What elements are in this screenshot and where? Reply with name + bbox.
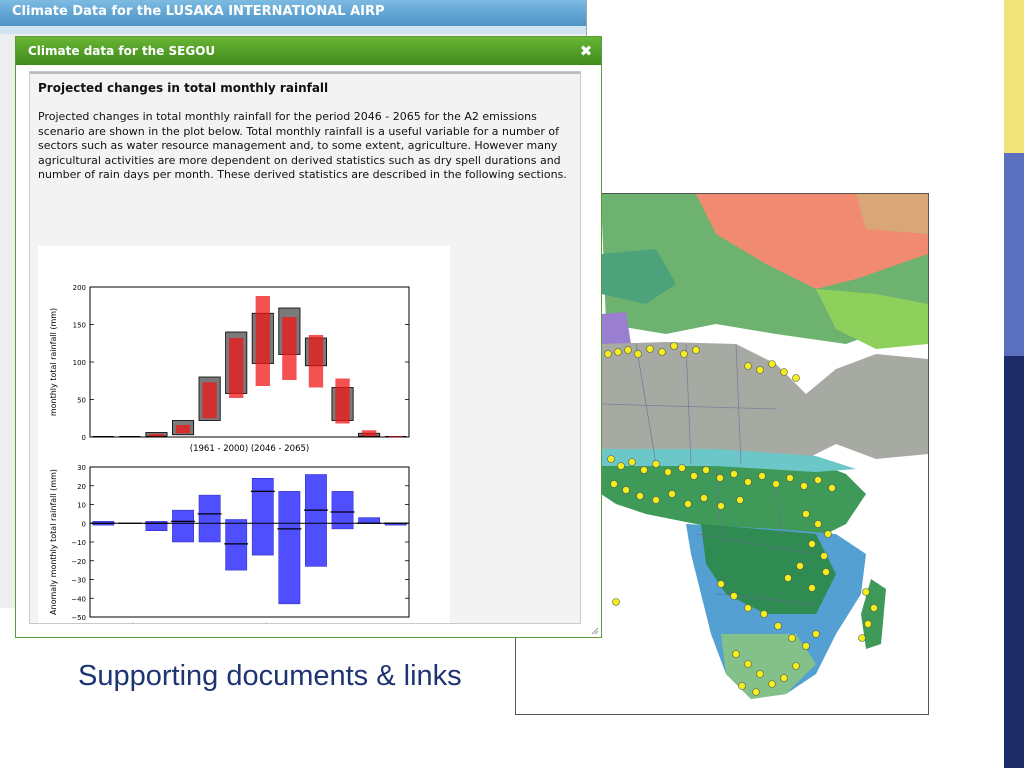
bottom-panel-ytick-label: −30 [71, 577, 86, 585]
top-panel-ylabel: monthly total rainfall (mm) [49, 308, 58, 416]
bottom-panel-ytick-label: 20 [77, 483, 86, 491]
bottom-panel-ytick-label: −20 [71, 558, 86, 566]
edge-bar-blue [1004, 153, 1024, 356]
anomaly-range-bar [198, 494, 221, 543]
bottom-panel-ytick-label: −40 [71, 595, 86, 603]
bottom-panel-ytick-label: −50 [71, 614, 86, 622]
anomaly-range-bar [172, 509, 194, 543]
projected-range-bar [202, 382, 217, 419]
front-window-title: Climate data for the SEGOU [16, 37, 601, 65]
top-panel-ytick-label: 200 [73, 284, 86, 292]
month-tick-label: Aug [283, 622, 297, 624]
month-tick-label: May [202, 622, 216, 624]
resize-grip-icon[interactable] [591, 627, 599, 635]
month-tick-label: Sep [309, 622, 323, 624]
projected-range-bar [149, 434, 164, 437]
month-tick-label: Apr [177, 622, 189, 624]
anomaly-range-bar [278, 491, 301, 605]
top-panel-ytick-label: 0 [82, 434, 86, 442]
bottom-panel-ytick-label: 30 [77, 464, 86, 472]
top-panel-xlabel: (1961 - 2000) (2046 - 2065) [190, 444, 309, 454]
projected-range-bar [229, 338, 244, 398]
projected-range-bar [388, 436, 403, 438]
bottom-panel-ytick-label: 0 [82, 520, 86, 528]
top-panel-ytick-label: 150 [73, 322, 86, 330]
rainfall-chart-svg: 050100150200monthly total rainfall (mm)(… [49, 284, 410, 624]
close-icon[interactable]: ✖ [577, 37, 595, 65]
back-window-strip [0, 26, 586, 34]
top-panel-frame [89, 286, 410, 438]
bottom-panel-ylabel: Anomaly monthly total rainfall (mm) [49, 469, 58, 615]
projected-range-bar [175, 425, 191, 434]
window-content: Projected changes in total monthly rainf… [29, 71, 581, 624]
section-heading: Projected changes in total monthly rainf… [38, 81, 329, 95]
edge-bar-navy [1004, 356, 1024, 768]
supporting-documents-link[interactable]: Supporting documents & links [78, 660, 462, 693]
projected-range-bar [308, 335, 324, 388]
month-tick-label: Oct [336, 622, 348, 624]
rainfall-plot: 0 50 100 150 200 monthly total rainfall (mm)(… [38, 246, 450, 624]
back-window-title: Climate Data for the LUSAKA INTERNATIONA… [0, 0, 586, 26]
bottom-panel-frame [89, 466, 410, 618]
top-panel-ytick-label: 100 [73, 359, 86, 367]
projected-range-bar [335, 378, 350, 424]
section-paragraph: Projected changes in total monthly rainf… [38, 110, 567, 181]
anomaly-range-bar [225, 519, 248, 571]
front-window: Climate data for the SEGOU ✖ Projected c… [15, 36, 602, 638]
projected-range-bar [255, 296, 270, 386]
month-tick-label: Jul [258, 622, 268, 624]
bottom-panel-ytick-label: 10 [77, 502, 86, 510]
month-tick-label: Nov [362, 622, 376, 624]
edge-bar-yellow [1004, 0, 1024, 153]
month-tick-label: Mar [150, 622, 163, 624]
month-tick-label: Dec [389, 622, 403, 624]
anomaly-range-bar [251, 478, 274, 556]
top-panel-ytick-label: 50 [77, 397, 86, 405]
anomaly-range-bar [305, 474, 327, 567]
month-tick-label: Jan [97, 622, 109, 624]
content-divider [30, 72, 580, 74]
month-tick-label: Feb [124, 622, 137, 624]
anomaly-range-bar [358, 517, 381, 524]
projected-range-bar [282, 317, 297, 380]
bottom-panel-ytick-label: −10 [71, 539, 86, 547]
projected-range-bar [361, 430, 377, 437]
month-tick-label: Jun [230, 622, 242, 624]
